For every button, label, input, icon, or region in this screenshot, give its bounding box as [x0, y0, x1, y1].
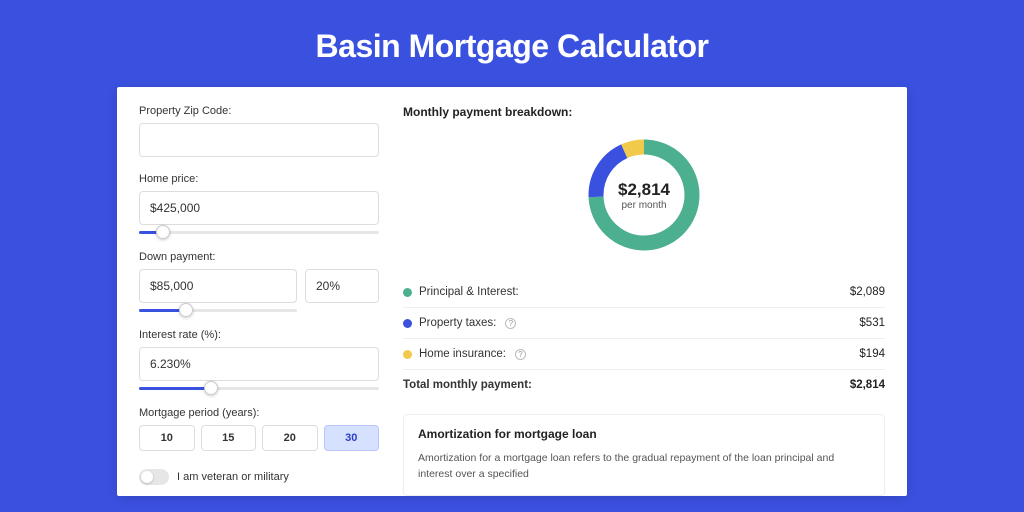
- breakdown-total-label: Total monthly payment:: [403, 379, 532, 391]
- breakdown-row-value: $531: [859, 317, 885, 329]
- page-title: Basin Mortgage Calculator: [0, 0, 1024, 87]
- breakdown-row-value: $194: [859, 348, 885, 360]
- amortization-box: Amortization for mortgage loan Amortizat…: [403, 414, 885, 496]
- help-icon[interactable]: ?: [515, 349, 526, 360]
- breakdown-total-value: $2,814: [850, 379, 885, 391]
- breakdown-row-insurance: Home insurance: ? $194: [403, 339, 885, 370]
- breakdown-row-total: Total monthly payment: $2,814: [403, 370, 885, 400]
- amortization-text: Amortization for a mortgage loan refers …: [418, 451, 870, 483]
- breakdown-row-label: Home insurance:: [419, 348, 506, 360]
- dot-icon: [403, 350, 412, 359]
- price-slider[interactable]: [139, 225, 379, 241]
- dot-icon: [403, 319, 412, 328]
- down-percent-input[interactable]: [305, 269, 379, 303]
- breakdown-row-principal: Principal & Interest: $2,089: [403, 277, 885, 308]
- rate-slider[interactable]: [139, 381, 379, 397]
- rate-input[interactable]: [139, 347, 379, 381]
- zip-field-group: Property Zip Code:: [139, 105, 379, 157]
- form-panel: Property Zip Code: Home price: Down paym…: [139, 105, 379, 496]
- donut-value: $2,814: [618, 180, 670, 200]
- amortization-title: Amortization for mortgage loan: [418, 427, 870, 441]
- donut-sub: per month: [621, 200, 666, 211]
- price-field-group: Home price:: [139, 173, 379, 225]
- period-button-20[interactable]: 20: [262, 425, 318, 451]
- breakdown-row-value: $2,089: [850, 286, 885, 298]
- zip-label: Property Zip Code:: [139, 105, 379, 117]
- price-input[interactable]: [139, 191, 379, 225]
- veteran-label: I am veteran or military: [177, 471, 289, 483]
- price-label: Home price:: [139, 173, 379, 185]
- period-button-15[interactable]: 15: [201, 425, 257, 451]
- down-label: Down payment:: [139, 251, 379, 263]
- rate-field-group: Interest rate (%):: [139, 329, 379, 381]
- rate-label: Interest rate (%):: [139, 329, 379, 341]
- breakdown-row-label: Property taxes:: [419, 317, 496, 329]
- breakdown-row-label: Principal & Interest:: [419, 286, 519, 298]
- dot-icon: [403, 288, 412, 297]
- down-slider[interactable]: [139, 303, 297, 319]
- breakdown-title: Monthly payment breakdown:: [403, 105, 885, 119]
- period-label: Mortgage period (years):: [139, 407, 379, 419]
- breakdown-panel: Monthly payment breakdown: $2,814 per mo…: [403, 105, 885, 496]
- breakdown-row-taxes: Property taxes: ? $531: [403, 308, 885, 339]
- help-icon[interactable]: ?: [505, 318, 516, 329]
- period-field-group: Mortgage period (years): 10152030: [139, 407, 379, 451]
- calculator-card: Property Zip Code: Home price: Down paym…: [117, 87, 907, 496]
- veteran-toggle[interactable]: [139, 469, 169, 485]
- period-button-30[interactable]: 30: [324, 425, 380, 451]
- down-amount-input[interactable]: [139, 269, 297, 303]
- zip-input[interactable]: [139, 123, 379, 157]
- period-button-10[interactable]: 10: [139, 425, 195, 451]
- down-field-group: Down payment:: [139, 251, 379, 303]
- donut-chart: $2,814 per month: [403, 133, 885, 257]
- veteran-row: I am veteran or military: [139, 469, 379, 485]
